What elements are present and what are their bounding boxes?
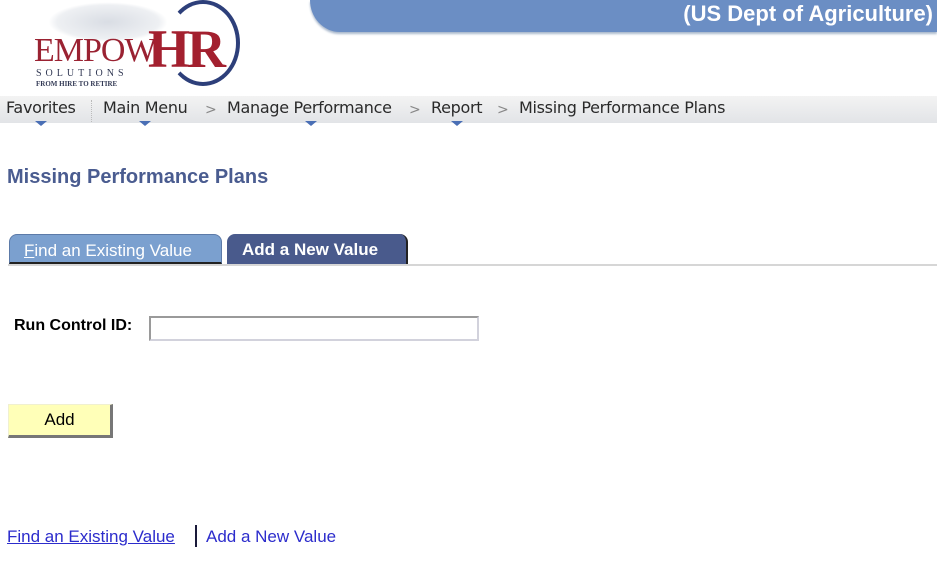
tab-find-existing-value[interactable]: Find an Existing Value xyxy=(9,234,222,264)
nav-report-label: Report xyxy=(431,98,483,117)
nav-report[interactable]: Report xyxy=(431,98,483,126)
tab-add-new-value[interactable]: Add a New Value xyxy=(227,234,408,264)
dropdown-arrow-icon[interactable] xyxy=(34,121,47,126)
nav-favorites[interactable]: Favorites xyxy=(6,98,76,126)
footer-link-add-new-value[interactable]: Add a New Value xyxy=(206,527,336,547)
run-control-id-label: Run Control ID: xyxy=(14,317,133,334)
nav-current-page: Missing Performance Plans xyxy=(519,98,725,117)
page-header: EMPOW HR SOLUTIONS FROM HIRE TO RETIRE (… xyxy=(0,0,937,96)
breadcrumb-separator-icon: > xyxy=(205,102,217,118)
dropdown-arrow-icon[interactable] xyxy=(305,121,317,126)
nav-favorites-label: Favorites xyxy=(6,98,76,117)
tab-find-accesskey: F xyxy=(24,241,35,260)
nav-manage-performance-label: Manage Performance xyxy=(227,98,392,117)
header-banner: (US Dept of Agriculture) xyxy=(310,0,937,32)
tab-find-label: ind an Existing Value xyxy=(34,241,192,260)
dropdown-arrow-icon[interactable] xyxy=(139,121,152,126)
footer-link-find-existing-value[interactable]: Find an Existing Value xyxy=(7,527,175,547)
logo-brand-accent: HR xyxy=(148,19,226,79)
logo-tagline: FROM HIRE TO RETIRE xyxy=(36,80,118,88)
footer-link-divider xyxy=(195,525,197,547)
nav-manage-performance[interactable]: Manage Performance xyxy=(227,98,392,126)
tab-underline xyxy=(8,264,937,266)
breadcrumb-navbar: Favorites Main Menu > Manage Performance… xyxy=(0,96,937,126)
dropdown-arrow-icon[interactable] xyxy=(450,121,463,126)
empowhr-logo: EMPOW HR SOLUTIONS FROM HIRE TO RETIRE xyxy=(28,0,243,92)
nav-divider xyxy=(91,100,92,122)
add-button[interactable]: Add xyxy=(8,404,113,438)
page-title: Missing Performance Plans xyxy=(7,166,269,188)
logo-brand-main: EMPOW xyxy=(34,32,157,69)
breadcrumb-separator-icon: > xyxy=(497,102,509,118)
breadcrumb-separator-icon: > xyxy=(409,102,421,118)
organization-name: (US Dept of Agriculture) xyxy=(683,1,933,26)
nav-main-menu-label: Main Menu xyxy=(103,98,188,117)
tab-add-label: Add a New Value xyxy=(242,240,379,259)
nav-main-menu[interactable]: Main Menu xyxy=(103,98,188,126)
run-control-id-input[interactable] xyxy=(149,316,479,341)
logo-subtitle: SOLUTIONS xyxy=(36,68,128,79)
nav-current-page-label: Missing Performance Plans xyxy=(519,98,726,117)
